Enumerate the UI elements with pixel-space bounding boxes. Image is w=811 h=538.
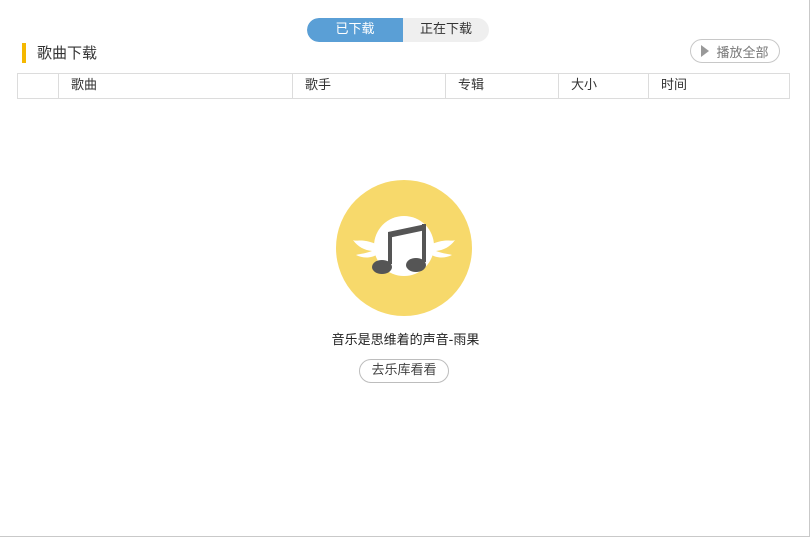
play-all-button[interactable]: 播放全部 (690, 39, 780, 63)
section-title: 歌曲下载 (37, 44, 98, 62)
tab-downloaded[interactable]: 已下载 (307, 18, 403, 42)
tab-downloading[interactable]: 正在下载 (403, 18, 489, 42)
play-all-label: 播放全部 (716, 45, 769, 61)
column-header-size[interactable]: 大小 (559, 74, 649, 98)
column-header-artist[interactable]: 歌手 (293, 74, 446, 98)
download-tabs: 已下载 正在下载 (307, 18, 489, 42)
go-to-library-button[interactable]: 去乐库看看 (359, 359, 449, 383)
play-icon (701, 45, 710, 57)
download-panel: 已下载 正在下载 歌曲下载 播放全部 歌曲 歌手 专辑 大小 时间 音乐是思维着… (0, 0, 810, 537)
section-accent-bar (22, 43, 26, 63)
music-note-with-wings-icon (336, 180, 472, 316)
column-header-album[interactable]: 专辑 (446, 74, 559, 98)
table-header: 歌曲 歌手 专辑 大小 时间 (17, 73, 790, 99)
column-header-time[interactable]: 时间 (649, 74, 789, 98)
column-header-index (18, 74, 59, 98)
column-header-song[interactable]: 歌曲 (59, 74, 293, 98)
empty-state-message: 音乐是思维着的声音-雨果 (331, 333, 480, 348)
